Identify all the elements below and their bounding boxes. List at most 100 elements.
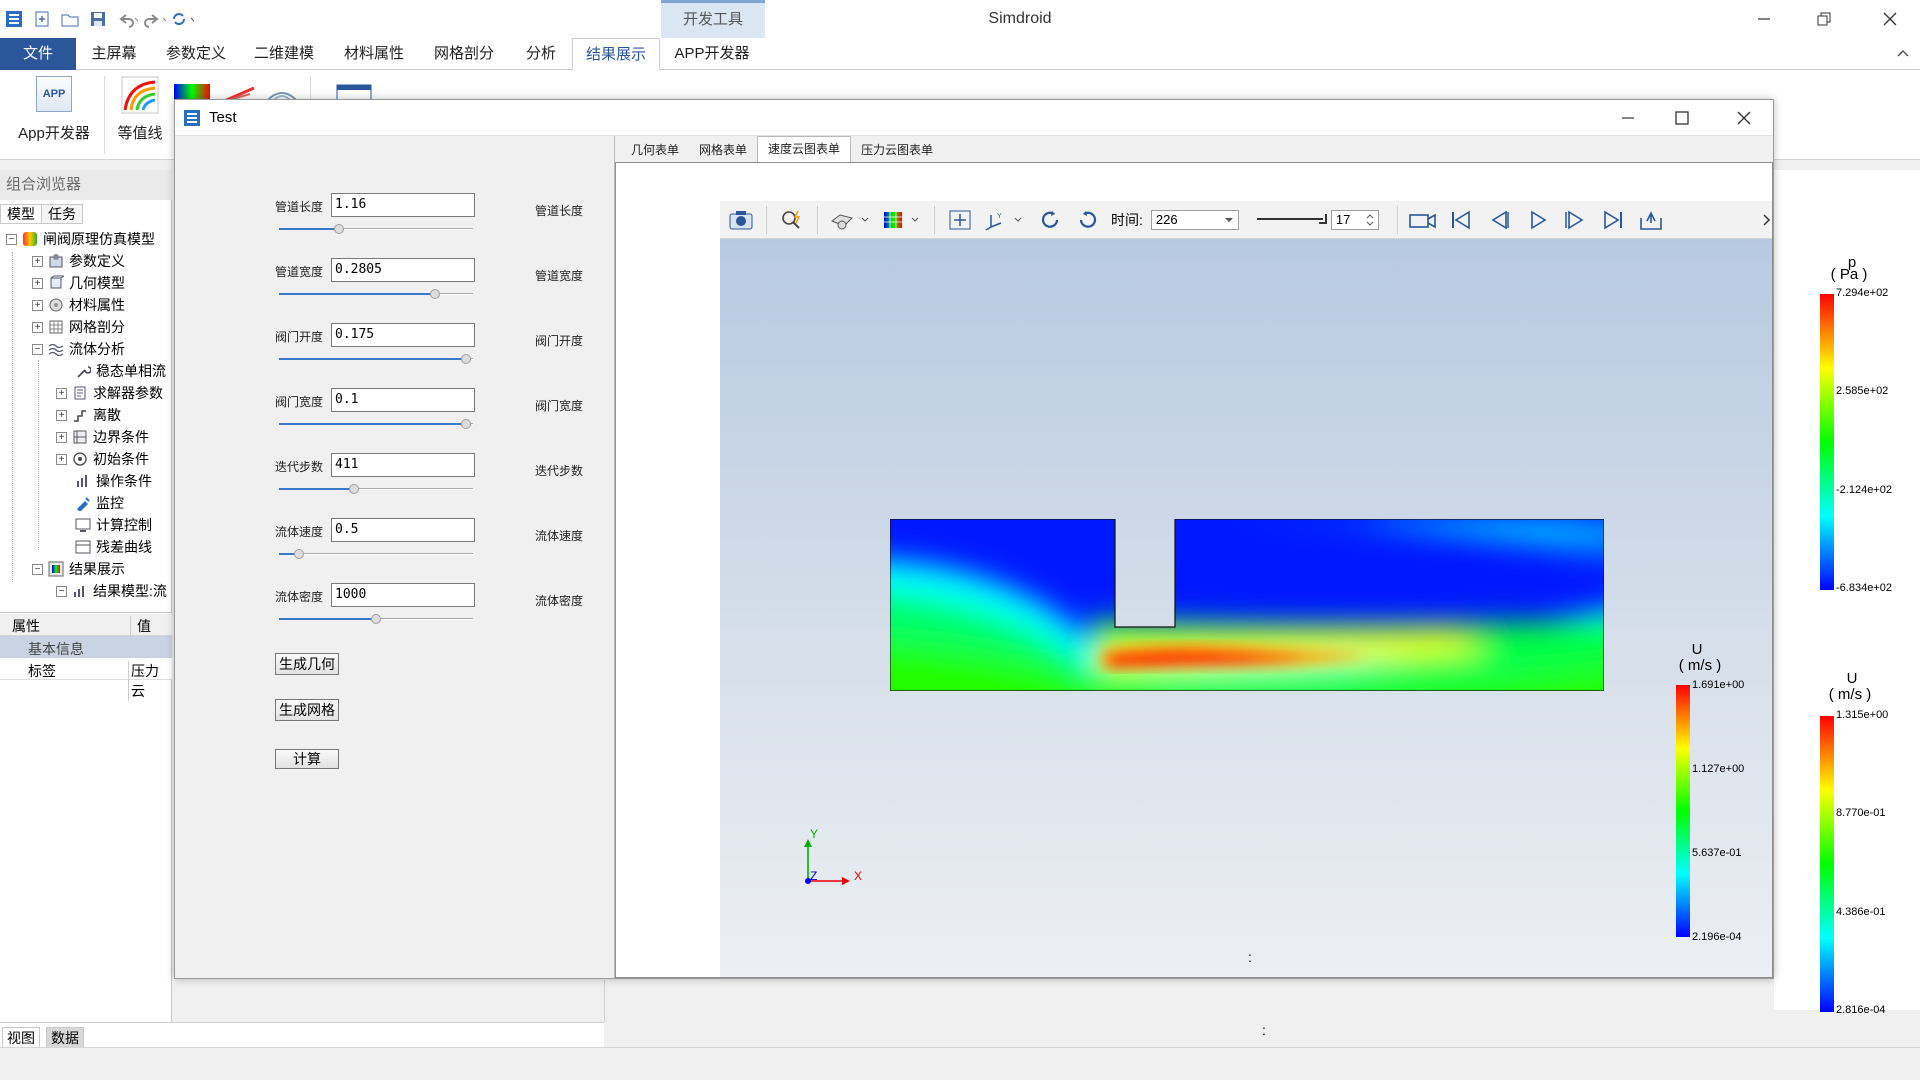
tab-task[interactable]: 任务 [42,204,83,224]
next-frame-icon[interactable] [1558,205,1592,235]
tab-results[interactable]: 结果展示 [572,38,660,71]
pipe-width-input[interactable]: 0.2805 [331,258,475,282]
tree-item-root[interactable]: − 闸阀原理仿真模型 [6,228,155,250]
slider-thumb[interactable] [461,419,471,429]
valve-opening-slider[interactable] [279,353,473,365]
iterations-input[interactable]: 411 [331,453,475,477]
expand-icon[interactable]: + [32,255,43,267]
iterations-slider[interactable] [279,483,473,495]
spin-arrows-icon[interactable] [1366,213,1374,227]
tab-view[interactable]: 视图 [2,1027,40,1049]
slider-thumb[interactable] [371,614,381,624]
display-mode-icon[interactable] [826,205,874,235]
collapse-ribbon-icon[interactable] [1896,46,1910,60]
tab-analysis[interactable]: 分析 [516,38,566,70]
expand-icon[interactable]: + [56,431,67,443]
tree-item-discrete[interactable]: + 离散 [56,404,121,426]
prop-row[interactable]: 标签 压力云 [0,658,172,701]
fluid-velocity-input[interactable]: 0.5 [331,518,475,542]
tab-pressure-form[interactable]: 压力云图表单 [851,138,943,162]
expand-icon[interactable]: + [56,387,67,399]
tab-velocity-form[interactable]: 速度云图表单 [757,136,852,162]
tab-home[interactable]: 主屏幕 [80,38,148,70]
tree-item-residual[interactable]: 残差曲线 [74,536,152,558]
tab-parameters[interactable]: 参数定义 [158,38,234,70]
tree-item-monitor[interactable]: 监控 [74,492,124,514]
tree-item-solver[interactable]: + 求解器参数 [56,382,163,404]
time-select[interactable]: 226 [1150,209,1239,230]
tree-item-geometry[interactable]: + 几何模型 [32,272,125,294]
collapse-icon[interactable]: − [56,585,67,597]
contour-button[interactable]: 等值线 [110,76,170,143]
generate-mesh-button[interactable]: 生成网格 [275,699,339,721]
props-group[interactable]: 基本信息 [0,636,172,658]
last-frame-icon[interactable] [1596,205,1630,235]
export-icon[interactable] [1634,205,1668,235]
screenshot-icon[interactable] [724,205,758,235]
redo-icon[interactable] [142,7,166,31]
fluid-velocity-slider[interactable] [279,548,473,560]
pipe-width-slider[interactable] [279,288,473,300]
tree-item-result-model[interactable]: − 结果模型:流 [56,580,167,602]
valve-opening-input[interactable]: 0.175 [331,323,475,347]
undo-icon[interactable] [114,7,138,31]
tree-item-steady-flow[interactable]: 稳态单相流 [74,360,166,382]
generate-geometry-button[interactable]: 生成几何 [275,653,339,675]
toolbar-overflow-icon[interactable] [1762,210,1772,230]
app-logo-icon[interactable] [2,7,26,31]
tree-item-operation[interactable]: 操作条件 [74,470,152,492]
rotate-left-icon[interactable] [1033,205,1067,235]
collapse-icon[interactable]: − [32,563,43,575]
close-icon[interactable] [1860,0,1920,38]
fit-view-icon[interactable] [943,205,977,235]
frame-spinbox[interactable]: 17 [1330,209,1379,230]
fluid-density-slider[interactable] [279,613,473,625]
compute-button[interactable]: 计算 [275,749,339,769]
tree-item-materials[interactable]: + 材料属性 [32,294,125,316]
play-icon[interactable] [1520,205,1554,235]
record-video-icon[interactable] [1406,205,1440,235]
slider-thumb[interactable] [349,484,359,494]
minimize-icon[interactable] [1734,0,1794,38]
open-folder-icon[interactable] [58,7,82,31]
rotate-right-icon[interactable] [1071,205,1105,235]
app-developer-button[interactable]: APP App开发器 [12,76,96,143]
valve-width-slider[interactable] [279,418,473,430]
collapse-icon[interactable]: − [32,343,43,355]
new-file-icon[interactable] [30,7,54,31]
tree-item-fluid-analysis[interactable]: − 流体分析 [32,338,125,360]
tab-app-developer[interactable]: APP开发器 [664,38,760,70]
collapse-icon[interactable]: − [6,233,17,245]
context-tab-devtools[interactable]: 开发工具 [661,0,765,38]
fluid-density-input[interactable]: 1000 [331,583,475,607]
slider-thumb[interactable] [334,224,344,234]
expand-icon[interactable]: + [32,321,43,333]
dialog-maximize-icon[interactable] [1675,111,1689,125]
save-icon[interactable] [86,7,110,31]
tree-item-meshing[interactable]: + 网格剖分 [32,316,125,338]
dialog-minimize-icon[interactable] [1621,111,1635,125]
expand-icon[interactable]: + [56,409,67,421]
expand-icon[interactable]: + [56,453,67,465]
pipe-length-slider[interactable] [279,223,473,235]
refresh-icon[interactable] [170,7,194,31]
tab-mesh-form[interactable]: 网格表单 [689,138,757,162]
tree-item-boundary[interactable]: + 边界条件 [56,426,149,448]
prev-frame-icon[interactable] [1482,205,1516,235]
prop-value[interactable]: 压力云 [128,661,172,701]
axis-view-icon[interactable]: Y [981,205,1029,235]
probe-icon[interactable] [775,205,809,235]
slider-thumb[interactable] [430,289,440,299]
tree-item-parameters[interactable]: + 参数定义 [32,250,125,272]
tab-materials[interactable]: 材料属性 [336,38,412,70]
expand-icon[interactable]: + [32,277,43,289]
tab-data[interactable]: 数据 [46,1027,84,1049]
first-frame-icon[interactable] [1444,205,1478,235]
splitter[interactable] [0,612,172,613]
tree-item-initial[interactable]: + 初始条件 [56,448,149,470]
valve-width-input[interactable]: 0.1 [331,388,475,412]
slider-thumb[interactable] [461,354,471,364]
tab-meshing[interactable]: 网格剖分 [426,38,502,70]
pipe-length-input[interactable]: 1.16 [331,193,475,217]
time-slider[interactable] [1256,210,1327,230]
